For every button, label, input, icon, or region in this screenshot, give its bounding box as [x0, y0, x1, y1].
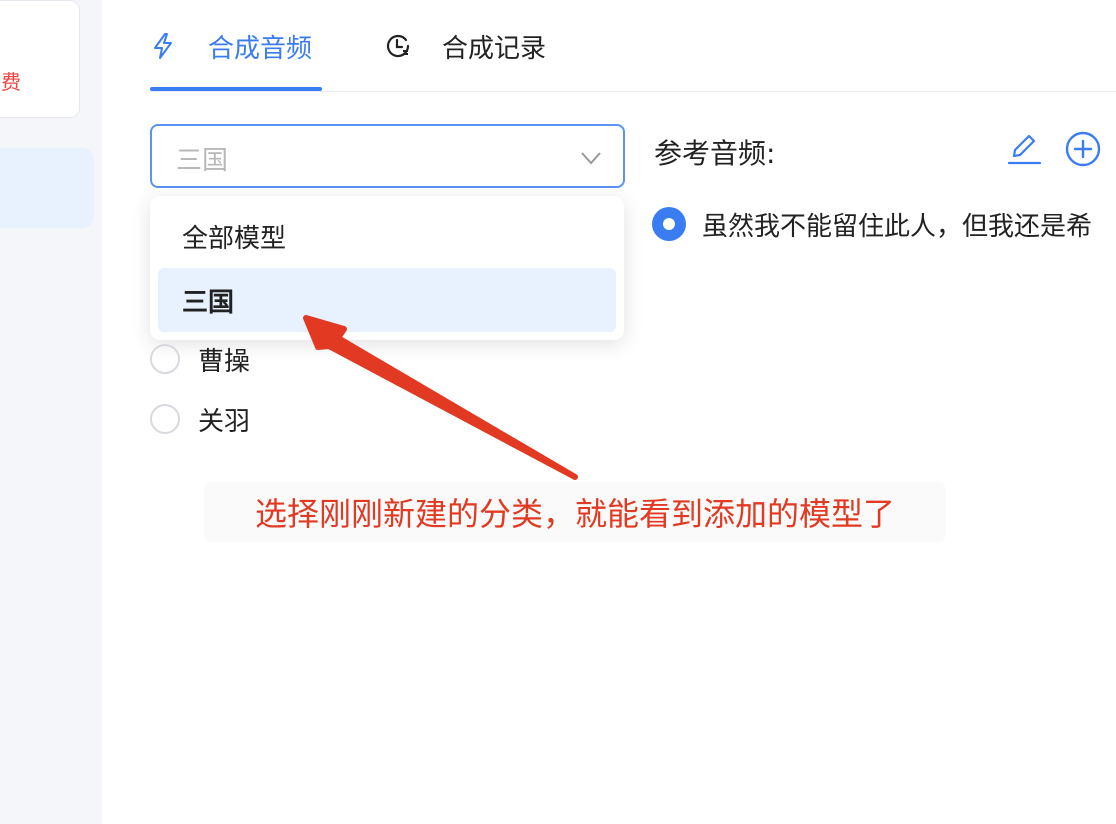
- tab-synthesis-history[interactable]: 合成记录: [384, 26, 546, 66]
- active-tab-underline: [150, 87, 322, 91]
- sidebar-card-text: 费: [1, 70, 21, 94]
- sidebar: 费: [0, 0, 102, 824]
- select-value: 三国: [176, 146, 229, 176]
- radio-button[interactable]: [150, 404, 180, 434]
- edit-icon[interactable]: [1006, 130, 1042, 166]
- model-label: 曹操: [198, 346, 251, 377]
- reference-audio-text: 虽然我不能留住此人，但我还是希: [702, 211, 1093, 242]
- dropdown-option-all-models[interactable]: 全部模型: [158, 204, 616, 268]
- radio-button-selected[interactable]: [652, 207, 686, 241]
- add-circle-icon[interactable]: [1064, 130, 1102, 168]
- model-label: 关羽: [198, 406, 251, 437]
- reference-audio-item[interactable]: 虽然我不能留住此人，但我还是希: [652, 206, 1092, 242]
- model-option-guanyu[interactable]: 关羽: [150, 402, 251, 437]
- annotation-text: 选择刚刚新建的分类，就能看到添加的模型了: [204, 482, 946, 542]
- model-option-caocao[interactable]: 曹操: [150, 342, 251, 377]
- tab-bar: 合成音频 合成记录: [150, 0, 1116, 92]
- sidebar-active-item[interactable]: [0, 148, 94, 228]
- dropdown-option-three-kingdoms[interactable]: 三国: [158, 268, 616, 332]
- lightning-icon: [150, 32, 178, 60]
- tab-label: 合成音频: [208, 33, 313, 64]
- chevron-down-icon: [581, 152, 601, 165]
- reference-audio-title: 参考音频:: [654, 137, 776, 170]
- model-category-select[interactable]: 三国: [150, 124, 625, 188]
- select-dropdown: 全部模型 三国: [150, 196, 624, 340]
- clock-history-icon: [384, 32, 412, 60]
- radio-button[interactable]: [150, 344, 180, 374]
- tab-label: 合成记录: [442, 33, 547, 64]
- tab-synthesize-audio[interactable]: 合成音频: [150, 26, 312, 66]
- sidebar-card[interactable]: 费: [0, 0, 80, 118]
